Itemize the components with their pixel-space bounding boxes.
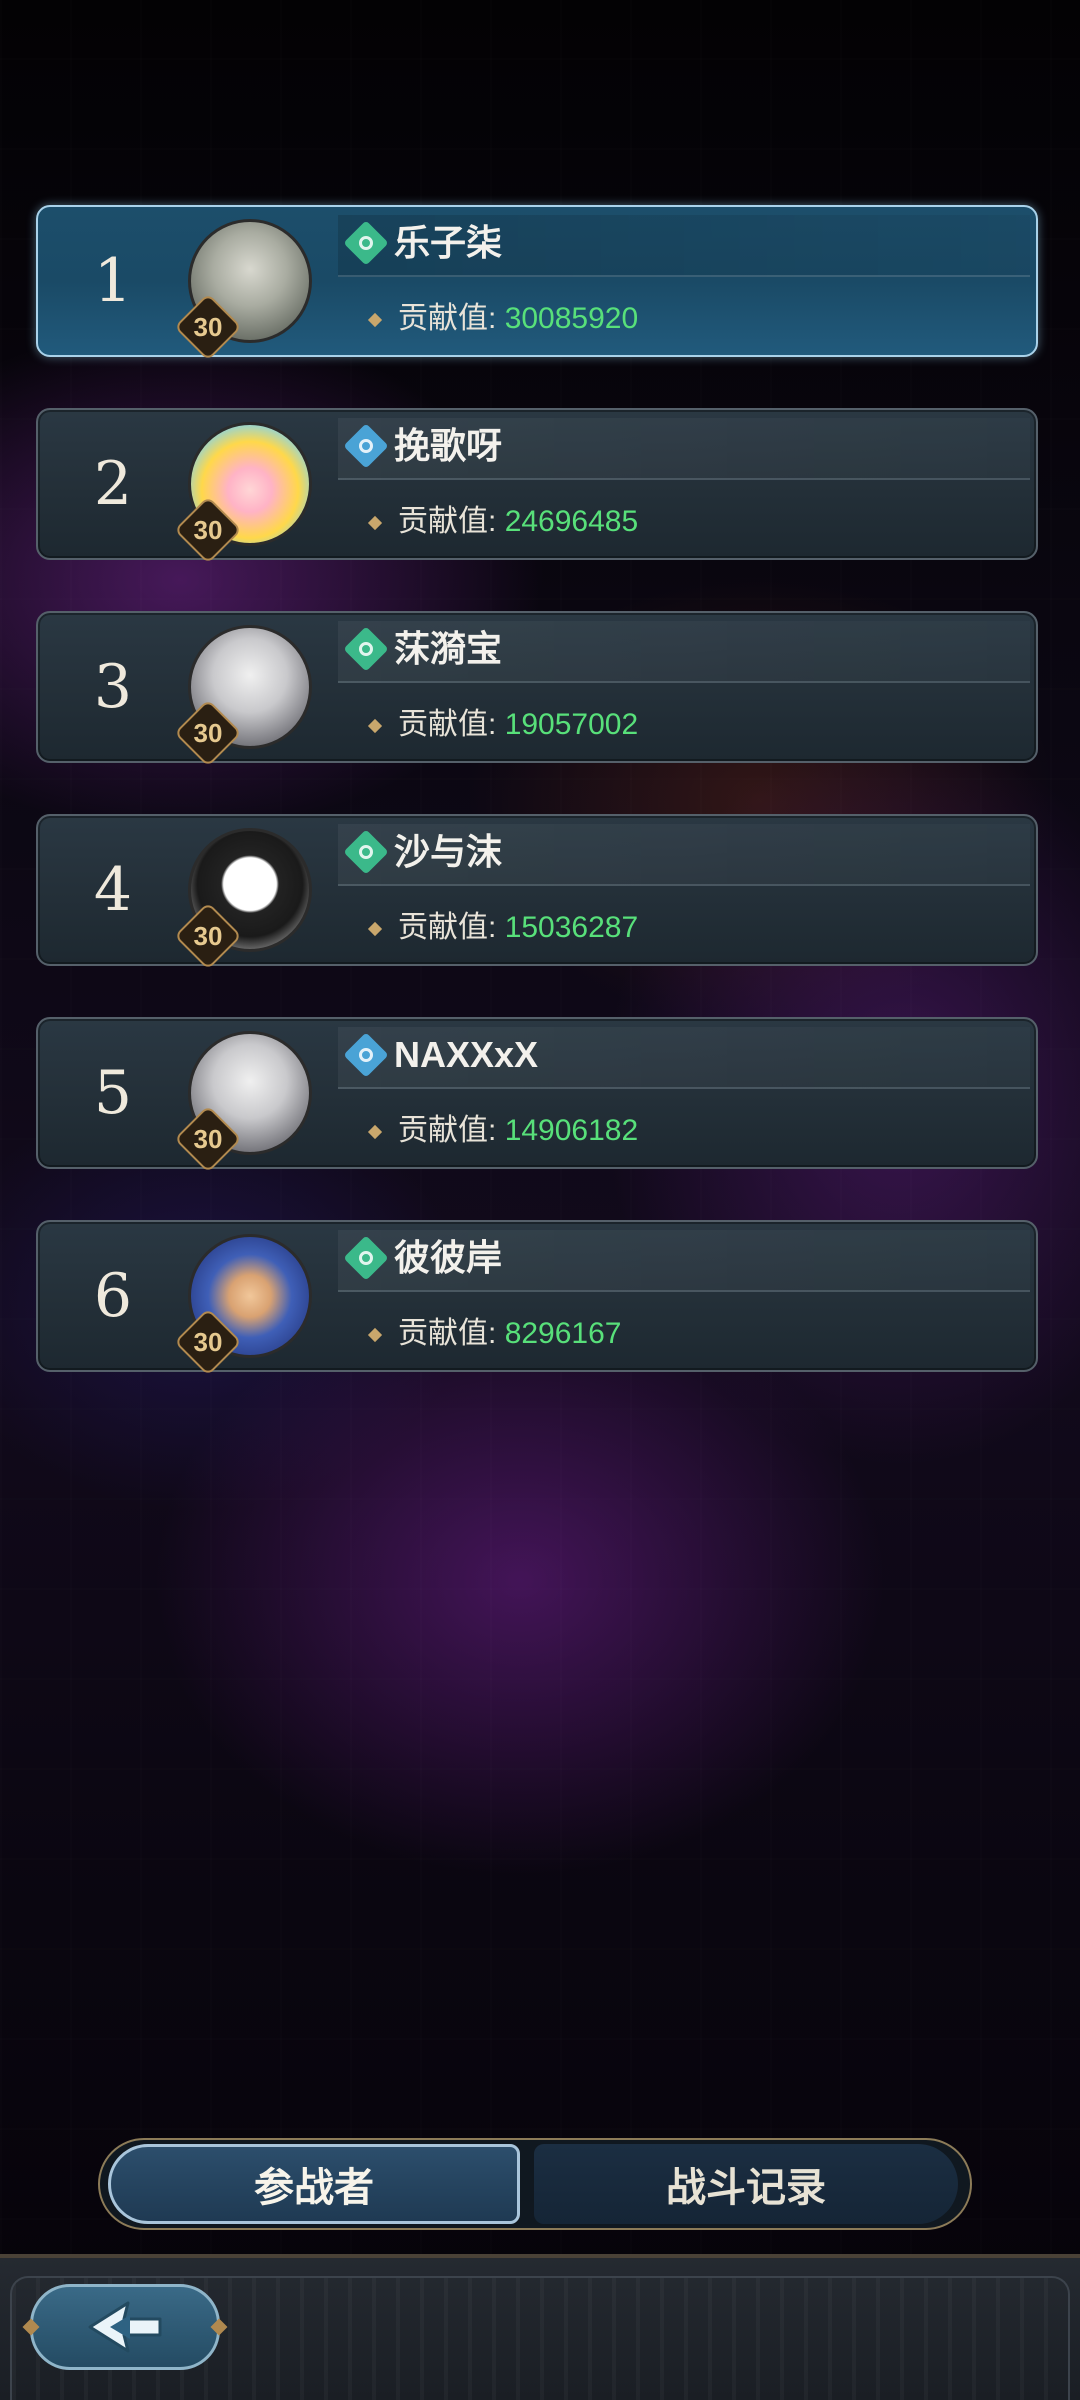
contribution-label: 贡献值: bbox=[398, 708, 497, 741]
back-arrow-icon bbox=[88, 2301, 162, 2353]
level-value: 30 bbox=[193, 920, 223, 951]
view-switcher: 参战者 战斗记录 bbox=[98, 2138, 972, 2230]
tab-battle-log[interactable]: 战斗记录 bbox=[534, 2144, 958, 2224]
contribution-label: 贡献值: bbox=[398, 911, 497, 944]
avatar-frame: 30 bbox=[174, 422, 314, 564]
ranking-row-2[interactable]: 2 30 挽歌呀 贡献值: 24696485 bbox=[36, 408, 1038, 564]
contribution-value: 15036287 bbox=[504, 911, 639, 944]
rank-number: 1 bbox=[93, 246, 133, 316]
contribution: 贡献值: 19057002 bbox=[398, 697, 638, 753]
contribution: 贡献值: 24696485 bbox=[398, 494, 638, 550]
ranking-row-1[interactable]: 1 30 乐子柒 贡献值: 30085920 bbox=[36, 205, 1038, 361]
level-value: 30 bbox=[193, 1123, 223, 1154]
contribution-label: 贡献值: bbox=[398, 505, 497, 538]
level-value: 30 bbox=[193, 717, 223, 748]
ranking-row-4[interactable]: 4 30 沙与沫 贡献值: 15036287 bbox=[36, 814, 1038, 970]
avatar-frame: 30 bbox=[174, 1234, 314, 1376]
level-value: 30 bbox=[193, 311, 223, 342]
diamond-bullet-icon bbox=[367, 1124, 383, 1140]
rank-number: 4 bbox=[93, 855, 133, 925]
rank-number: 2 bbox=[93, 449, 133, 519]
avatar-frame: 30 bbox=[174, 219, 314, 361]
player-name: 乐子柒 bbox=[394, 222, 503, 263]
ranking-row-6[interactable]: 6 30 彼彼岸 贡献值: 8296167 bbox=[36, 1220, 1038, 1376]
level-value: 30 bbox=[193, 1326, 223, 1357]
contribution: 贡献值: 30085920 bbox=[398, 291, 638, 347]
avatar-frame: 30 bbox=[174, 828, 314, 970]
background-texture bbox=[0, 0, 1080, 2400]
rank-number: 6 bbox=[93, 1261, 133, 1331]
player-name: 莯漪宝 bbox=[394, 628, 503, 669]
ranking-row-3[interactable]: 3 30 莯漪宝 贡献值: 19057002 bbox=[36, 611, 1038, 767]
diamond-bullet-icon bbox=[367, 718, 383, 734]
contribution-label: 贡献值: bbox=[398, 302, 497, 335]
rank-number: 3 bbox=[93, 652, 133, 722]
contribution-label: 贡献值: bbox=[398, 1114, 497, 1147]
back-button[interactable] bbox=[30, 2284, 220, 2370]
player-name: NAXXxX bbox=[394, 1034, 539, 1075]
diamond-bullet-icon bbox=[367, 921, 383, 937]
diamond-bullet-icon bbox=[367, 1327, 383, 1343]
contribution-value: 19057002 bbox=[504, 708, 639, 741]
player-name: 挽歌呀 bbox=[394, 425, 503, 466]
diamond-bullet-icon bbox=[367, 312, 383, 328]
avatar-frame: 30 bbox=[174, 1031, 314, 1173]
contribution-label: 贡献值: bbox=[398, 1317, 497, 1350]
tab-participants[interactable]: 参战者 bbox=[108, 2144, 520, 2224]
player-name: 沙与沫 bbox=[394, 831, 503, 872]
level-value: 30 bbox=[193, 514, 223, 545]
contribution: 贡献值: 8296167 bbox=[398, 1306, 621, 1362]
ranking-row-5[interactable]: 5 30 NAXXxX 贡献值: 14906182 bbox=[36, 1017, 1038, 1173]
contribution: 贡献值: 14906182 bbox=[398, 1103, 638, 1159]
contribution-value: 8296167 bbox=[504, 1317, 622, 1350]
contribution-value: 24696485 bbox=[504, 505, 639, 538]
avatar-frame: 30 bbox=[174, 625, 314, 767]
diamond-bullet-icon bbox=[367, 515, 383, 531]
rank-number: 5 bbox=[93, 1058, 133, 1128]
player-name: 彼彼岸 bbox=[394, 1237, 503, 1278]
contribution-value: 14906182 bbox=[504, 1114, 639, 1147]
contribution-value: 30085920 bbox=[504, 302, 639, 335]
contribution: 贡献值: 15036287 bbox=[398, 900, 638, 956]
